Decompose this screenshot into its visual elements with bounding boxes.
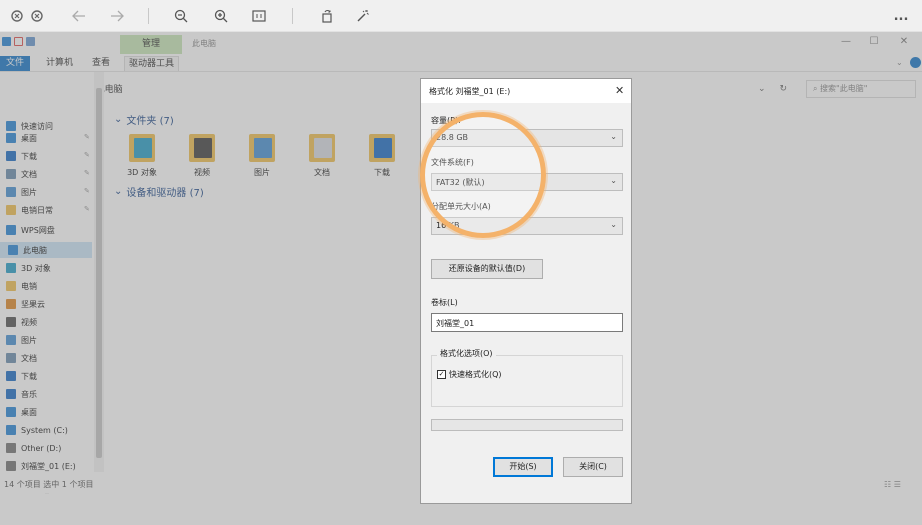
magic-wand-icon[interactable] <box>352 6 374 26</box>
restore-defaults-button[interactable]: 还原设备的默认值(D) <box>431 259 543 279</box>
close-circle-icon[interactable] <box>6 6 28 26</box>
chevron-down-icon: ⌄ <box>610 132 617 141</box>
back-arrow-icon[interactable] <box>68 6 90 26</box>
chevron-down-icon: ⌄ <box>610 220 617 229</box>
forward-arrow-icon[interactable] <box>106 6 128 26</box>
magnifier-highlight <box>420 112 546 238</box>
rotate-icon[interactable] <box>316 6 338 26</box>
format-options-group <box>431 355 623 407</box>
close-dialog-button[interactable]: 关闭(C) <box>563 457 623 477</box>
zoom-in-icon[interactable] <box>210 6 232 26</box>
toolbar-divider <box>148 8 149 24</box>
progress-bar <box>431 419 623 431</box>
checkbox-icon[interactable]: ✓ <box>437 370 446 379</box>
quick-format-checkbox[interactable]: ✓ 快速格式化(Q) <box>437 369 502 380</box>
volume-label-input[interactable]: 刘福堂_01 <box>431 313 623 332</box>
more-icon[interactable]: ... <box>890 6 912 26</box>
dialog-title: 格式化 刘福堂_01 (E:) <box>421 79 631 103</box>
volume-label-label: 卷标(L) <box>431 298 458 307</box>
screen: ... 管理 此电脑 — ☐ ✕ 文件 计算机 查看 驱动器工具 ⌄ ←→⌄↑ <box>0 0 922 525</box>
fit-icon[interactable] <box>248 6 270 26</box>
chevron-down-icon: ⌄ <box>610 176 617 185</box>
toolbar-divider <box>292 8 293 24</box>
viewer-toolbar: ... <box>0 0 922 32</box>
format-options-label: 格式化选项(O) <box>437 348 496 359</box>
dialog-close-button[interactable]: ✕ <box>615 84 624 97</box>
start-button[interactable]: 开始(S) <box>493 457 553 477</box>
minimize-circle-icon[interactable] <box>26 6 48 26</box>
quick-format-label: 快速格式化(Q) <box>449 370 502 379</box>
zoom-out-icon[interactable] <box>170 6 192 26</box>
